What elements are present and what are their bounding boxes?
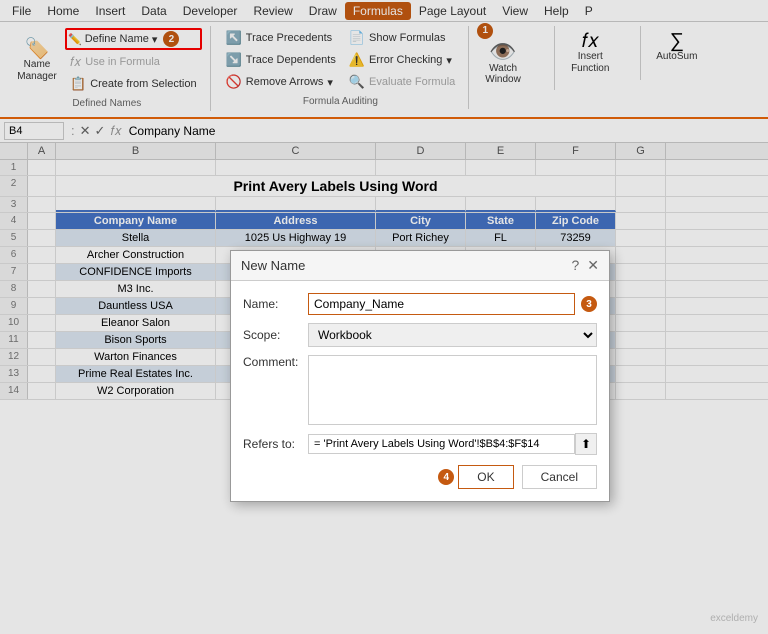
ok-button[interactable]: OK [458,465,513,489]
dialog-close-icon[interactable]: ✕ [587,257,599,274]
refers-to-label: Refers to: [243,437,308,451]
refers-to-input[interactable] [308,434,575,454]
new-name-dialog: New Name ? ✕ Name: 3 Scope: Workbook Com… [230,250,610,502]
dialog-buttons: 4 OK Cancel [243,465,597,489]
dialog-scope-row: Scope: Workbook [243,323,597,347]
dialog-title-bar: New Name ? ✕ [231,251,609,281]
comment-field-label: Comment: [243,355,308,369]
dialog-comment-row: Comment: [243,355,597,425]
name-field-label: Name: [243,297,308,311]
scope-field-label: Scope: [243,328,308,342]
name-input[interactable] [308,293,575,315]
dialog-body: Name: 3 Scope: Workbook Comment: Refers … [231,281,609,501]
refers-to-collapse-button[interactable]: ⬆ [575,433,597,455]
comment-textarea[interactable] [308,355,597,425]
badge-3: 3 [581,296,597,312]
cancel-button[interactable]: Cancel [522,465,597,489]
scope-select[interactable]: Workbook [308,323,597,347]
dialog-title: New Name [241,258,305,273]
dialog-help-icon[interactable]: ? [571,257,579,274]
dialog-controls: ? ✕ [571,257,599,274]
dialog-name-row: Name: 3 [243,293,597,315]
badge-4: 4 [438,469,454,485]
dialog-refers-row: Refers to: ⬆ [243,433,597,455]
